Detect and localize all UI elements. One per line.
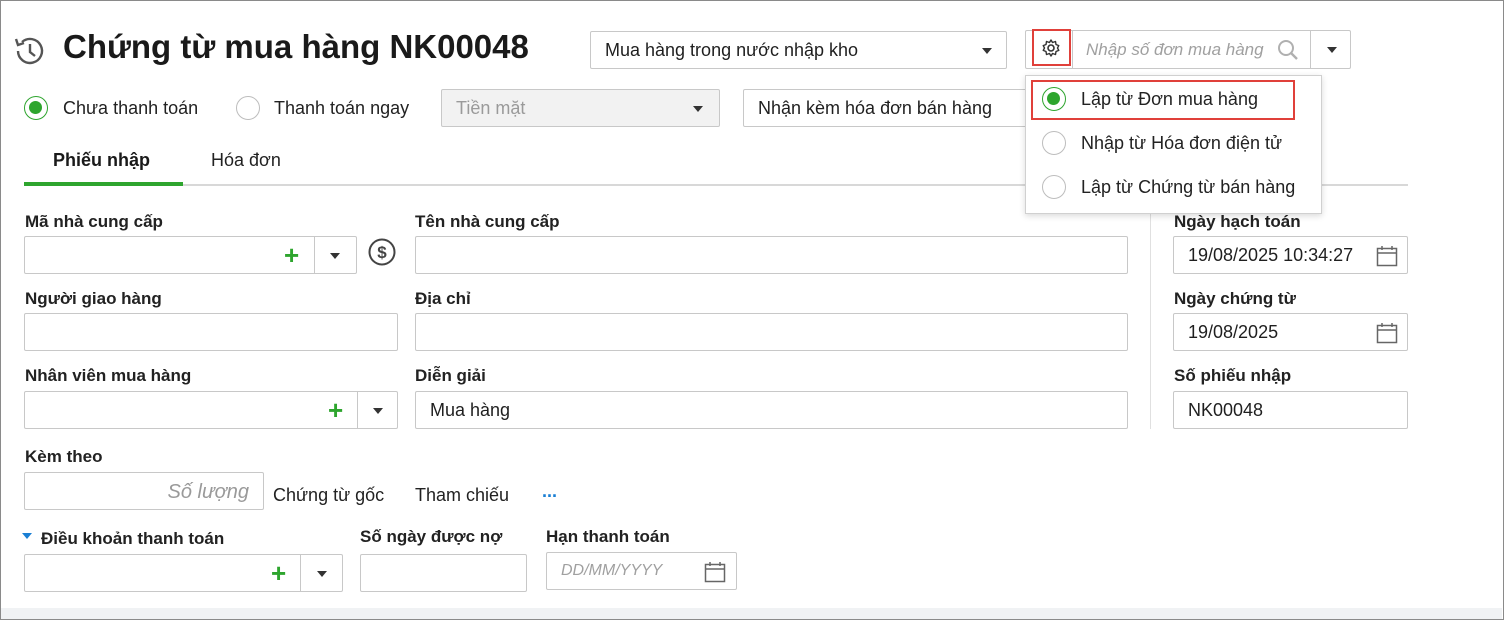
invoice-option-value: Nhận kèm hóa đơn bán hàng — [758, 97, 992, 118]
description-label: Diễn giải — [415, 366, 486, 385]
menu-item-purchase-order[interactable]: Lập từ Đơn mua hàng — [1081, 89, 1258, 110]
quantity-input[interactable]: Số lượng — [24, 472, 264, 510]
reference-more-link[interactable]: ... — [542, 481, 557, 502]
settings-button[interactable] — [1032, 29, 1071, 66]
doc-date-label: Ngày chứng từ — [1174, 289, 1296, 308]
address-label: Địa chỉ — [415, 289, 471, 308]
deliverer-input[interactable] — [24, 313, 398, 351]
bottom-strip — [1, 608, 1502, 619]
gear-icon — [1042, 39, 1060, 57]
calendar-icon[interactable] — [704, 561, 726, 583]
search-icon[interactable] — [1277, 39, 1299, 61]
menu-item-e-invoice[interactable]: Nhập từ Hóa đơn điện tử — [1081, 133, 1282, 154]
supplier-code-label: Mã nhà cung cấp — [25, 212, 163, 231]
tab-active-indicator — [24, 182, 183, 186]
calendar-icon[interactable] — [1376, 245, 1398, 267]
source-dropdown-menu: Lập từ Đơn mua hàng Nhập từ Hóa đơn điện… — [1025, 75, 1322, 214]
radio-pay-now[interactable] — [236, 96, 260, 120]
chevron-down-icon — [693, 106, 703, 112]
history-icon[interactable] — [12, 34, 48, 68]
purchase-type-select[interactable]: Mua hàng trong nước nhập kho — [590, 31, 1007, 69]
tab-hoa-don[interactable]: Hóa đơn — [211, 150, 281, 171]
panel-divider — [1150, 197, 1151, 429]
payment-method-value: Tiền mặt — [456, 97, 526, 118]
posting-date-label: Ngày hạch toán — [1174, 212, 1301, 231]
due-date-label: Hạn thanh toán — [546, 527, 670, 546]
address-input[interactable] — [415, 313, 1128, 351]
menu-radio-sales-doc[interactable] — [1042, 175, 1066, 199]
reference-label: Tham chiếu — [415, 485, 510, 505]
chevron-down-icon[interactable] — [330, 253, 340, 259]
description-value: Mua hàng — [430, 399, 511, 420]
quantity-placeholder: Số lượng — [167, 481, 249, 503]
svg-text:$: $ — [377, 243, 387, 262]
pay-now-label: Thanh toán ngay — [274, 98, 410, 118]
receipt-no-input[interactable]: NK00048 — [1173, 391, 1408, 429]
credit-days-input[interactable] — [360, 554, 527, 592]
supplier-code-input[interactable]: + — [24, 236, 357, 274]
buyer-label: Nhân viên mua hàng — [25, 366, 192, 385]
description-input[interactable]: Mua hàng — [415, 391, 1128, 429]
search-dropdown-button[interactable] — [1313, 31, 1351, 68]
payment-terms-input[interactable]: + — [24, 554, 343, 592]
add-buyer-icon[interactable]: + — [328, 397, 343, 423]
due-date-input[interactable]: DD/MM/YYYY — [546, 552, 737, 590]
posting-date-value: 19/08/2025 10:34:27 — [1188, 244, 1354, 265]
due-date-placeholder: DD/MM/YYYY — [561, 562, 663, 579]
chevron-down-icon — [1327, 46, 1337, 53]
credit-days-label: Số ngày được nợ — [360, 527, 503, 546]
menu-radio-e-invoice[interactable] — [1042, 131, 1066, 155]
receipt-no-label: Số phiếu nhập — [1174, 366, 1292, 385]
menu-item-sales-doc[interactable]: Lập từ Chứng từ bán hàng — [1081, 177, 1295, 198]
invoice-option-select[interactable]: Nhận kèm hóa đơn bán hàng — [743, 89, 1033, 127]
currency-icon[interactable]: $ — [367, 237, 397, 267]
add-supplier-icon[interactable]: + — [284, 242, 299, 268]
payment-method-select[interactable]: Tiền mặt — [441, 89, 720, 127]
chevron-down-icon[interactable] — [373, 408, 383, 414]
posting-date-input[interactable]: 19/08/2025 10:34:27 — [1173, 236, 1408, 274]
tab-label: Phiếu nhập — [53, 150, 151, 170]
deliverer-label: Người giao hàng — [25, 289, 162, 308]
unpaid-label: Chưa thanh toán — [63, 98, 199, 118]
page-title: Chứng từ mua hàng NK00048 — [63, 28, 529, 65]
original-docs-label: Chứng từ gốc — [273, 485, 385, 505]
attached-label: Kèm theo — [25, 447, 103, 466]
supplier-name-input[interactable] — [415, 236, 1128, 274]
calendar-icon[interactable] — [1376, 322, 1398, 344]
menu-radio-purchase-order[interactable] — [1042, 87, 1066, 111]
receipt-no-value: NK00048 — [1188, 399, 1264, 420]
chevron-down-icon[interactable] — [317, 571, 327, 577]
doc-date-input[interactable]: 19/08/2025 — [1173, 313, 1408, 351]
radio-unpaid[interactable] — [24, 96, 48, 120]
payment-terms-label: Điều khoản thanh toán — [41, 529, 225, 548]
purchase-type-value: Mua hàng trong nước nhập kho — [605, 39, 859, 60]
search-group: Nhập số đơn mua hàng — [1025, 30, 1351, 69]
add-payment-terms-icon[interactable]: + — [271, 560, 286, 586]
collapse-caret-icon[interactable] — [22, 533, 32, 539]
tab-phieu-nhap[interactable]: Phiếu nhập — [24, 138, 183, 186]
doc-date-value: 19/08/2025 — [1188, 321, 1279, 342]
supplier-name-label: Tên nhà cung cấp — [415, 212, 560, 231]
chevron-down-icon — [982, 48, 992, 54]
search-input[interactable]: Nhập số đơn mua hàng — [1086, 40, 1264, 60]
buyer-input[interactable]: + — [24, 391, 398, 429]
